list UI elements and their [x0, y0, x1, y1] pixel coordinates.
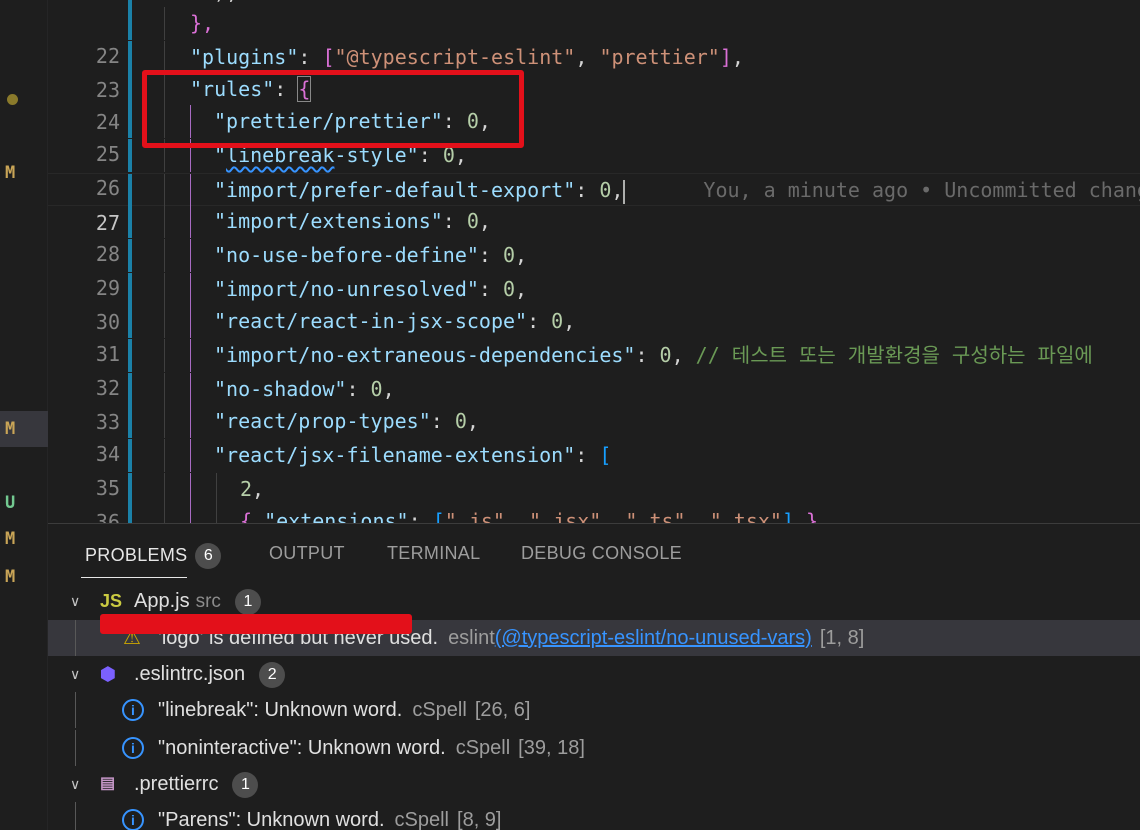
problem-file-row[interactable]: ∨ ▤ .prettierrc 1	[48, 766, 1140, 802]
git-blame-annotation: You, a minute ago • Uncommitted changes	[703, 178, 1140, 202]
code-line: 37 { "extensions": [".js", ".jsx", ".ts"…	[48, 505, 1140, 523]
problems-panel: PROBLEMS 6 OUTPUT TERMINAL DEBUG CONSOLE …	[48, 523, 1140, 830]
tab-terminal[interactable]: TERMINAL	[387, 543, 480, 564]
annotation-highlight-bar	[100, 614, 412, 634]
problem-item[interactable]: i "linebreak": Unknown word. cSpell [26, 6…	[48, 692, 1140, 728]
tab-debug-console[interactable]: DEBUG CONSOLE	[521, 543, 682, 564]
eslint-icon: ⬢	[100, 664, 116, 684]
status-badge-modified[interactable]: M	[0, 521, 48, 557]
code-line: 22 },	[48, 7, 1140, 68]
code-line: 35 "react/jsx-filename-extension": [	[48, 439, 1140, 500]
info-icon: i	[122, 699, 144, 721]
problem-file-name: .eslintrc.json 2	[134, 656, 286, 692]
info-icon: i	[122, 737, 144, 759]
prettier-icon: ▤	[100, 775, 116, 792]
annotation-highlight-box	[142, 70, 524, 148]
file-problem-count: 1	[232, 771, 259, 798]
chevron-down-icon[interactable]: ∨	[70, 583, 80, 619]
code-line: 31 "react/react-in-jsx-scope": 0,	[48, 305, 1140, 366]
code-line: 30 "import/no-unresolved": 0,	[48, 273, 1140, 334]
status-badge-modified[interactable]: M	[0, 155, 48, 191]
panel-tabs: PROBLEMS 6 OUTPUT TERMINAL DEBUG CONSOLE	[48, 524, 1140, 584]
rule-link[interactable]: (@typescript-eslint/no-unused-vars)	[495, 627, 812, 649]
active-tab-underline	[81, 577, 187, 578]
problem-item[interactable]: i "noninteractive": Unknown word. cSpell[…	[48, 730, 1140, 766]
file-status-strip: M M U M M	[0, 0, 48, 830]
code-line: 36 2,	[48, 473, 1140, 523]
status-badge-untracked[interactable]: U	[0, 485, 48, 521]
file-problem-count: 2	[259, 661, 286, 688]
code-line: 34 "react/prop-types": 0,	[48, 405, 1140, 466]
problem-file-name: .prettierrc 1	[134, 766, 259, 802]
problems-count-badge: 6	[195, 543, 222, 569]
modified-dot-icon	[7, 94, 18, 105]
tab-problems[interactable]: PROBLEMS 6	[85, 543, 222, 569]
problem-file-row[interactable]: ∨ ⬢ .eslintrc.json 2	[48, 656, 1140, 692]
text-cursor	[623, 179, 626, 204]
info-icon: i	[122, 809, 144, 830]
chevron-down-icon[interactable]: ∨	[70, 766, 80, 802]
tab-output[interactable]: OUTPUT	[269, 543, 345, 564]
code-line: 28 "import/extensions": 0,	[48, 205, 1140, 266]
status-badge-modified[interactable]: M	[0, 559, 48, 595]
code-line: 29 "no-use-before-define": 0,	[48, 239, 1140, 300]
code-line: 32 "import/no-extraneous-dependencies": …	[48, 339, 1140, 400]
file-problem-count: 1	[234, 588, 261, 615]
code-line-current: 27 "import/prefer-default-export": 0, You…	[48, 173, 1140, 235]
status-badge-modified[interactable]: M	[0, 411, 48, 447]
code-line: 33 "no-shadow": 0,	[48, 373, 1140, 434]
chevron-down-icon[interactable]: ∨	[70, 656, 80, 692]
code-editor[interactable]: ), 22 }, 23 "plugins": ["@typescript-esl…	[48, 0, 1140, 523]
problem-item[interactable]: i "Parens": Unknown word. cSpell [8, 9]	[48, 802, 1140, 830]
